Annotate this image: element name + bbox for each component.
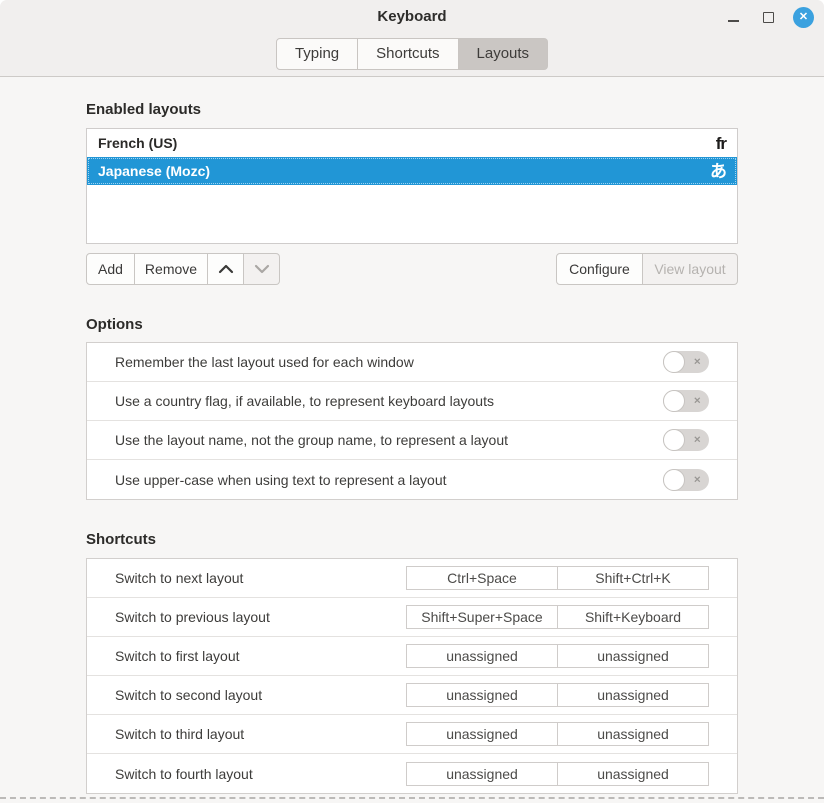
keybinding-group: unassigned unassigned bbox=[406, 722, 709, 746]
keybinding-button-1[interactable]: unassigned bbox=[406, 722, 558, 746]
layout-name: French (US) bbox=[98, 135, 716, 151]
keybinding-button-1[interactable]: unassigned bbox=[406, 762, 558, 786]
layout-badge-fr: fr bbox=[716, 135, 726, 152]
shortcut-label: Switch to next layout bbox=[115, 570, 406, 586]
toggle-off-icon: ✕ bbox=[693, 436, 701, 445]
enabled-layouts-list: French (US) fr Japanese (Mozc) あ bbox=[86, 128, 738, 244]
toggle-off-icon: ✕ bbox=[693, 475, 701, 484]
toggle-knob bbox=[663, 351, 685, 373]
minimize-icon bbox=[728, 20, 739, 22]
edit-buttons-group: Add Remove bbox=[86, 253, 280, 285]
keybinding-group: unassigned unassigned bbox=[406, 644, 709, 668]
toggle-layout-name[interactable]: ✕ bbox=[663, 429, 709, 451]
window-header: Keyboard ✕ Typing Shortcuts Layouts bbox=[0, 0, 824, 77]
toggle-knob bbox=[663, 429, 685, 451]
tab-layouts[interactable]: Layouts bbox=[459, 38, 549, 70]
window-title: Keyboard bbox=[0, 0, 824, 34]
maximize-icon bbox=[763, 12, 774, 23]
close-icon: ✕ bbox=[799, 12, 808, 23]
options-box: Remember the last layout used for each w… bbox=[86, 342, 738, 500]
shortcut-label: Switch to third layout bbox=[115, 726, 406, 742]
keybinding-button-2[interactable]: unassigned bbox=[558, 683, 709, 707]
option-label: Remember the last layout used for each w… bbox=[115, 354, 663, 370]
toggle-remember-layout[interactable]: ✕ bbox=[663, 351, 709, 373]
layout-badge-ja: あ bbox=[710, 163, 726, 180]
move-down-button[interactable] bbox=[244, 253, 280, 285]
keybinding-button-2[interactable]: Shift+Keyboard bbox=[558, 605, 709, 629]
toggle-off-icon: ✕ bbox=[693, 397, 701, 406]
enabled-layouts-heading: Enabled layouts bbox=[86, 102, 738, 118]
keybinding-button-1[interactable]: Shift+Super+Space bbox=[406, 605, 558, 629]
toggle-country-flag[interactable]: ✕ bbox=[663, 390, 709, 412]
shortcuts-box: Switch to next layout Ctrl+Space Shift+C… bbox=[86, 558, 738, 794]
option-row-remember-layout: Remember the last layout used for each w… bbox=[87, 343, 737, 382]
layout-list-item-japanese[interactable]: Japanese (Mozc) あ bbox=[87, 157, 737, 185]
toggle-upper-case[interactable]: ✕ bbox=[663, 469, 709, 491]
window-controls: ✕ bbox=[723, 0, 814, 34]
keybinding-button-1[interactable]: Ctrl+Space bbox=[406, 566, 558, 590]
minimize-button[interactable] bbox=[723, 7, 743, 27]
shortcut-label: Switch to second layout bbox=[115, 687, 406, 703]
keybinding-group: unassigned unassigned bbox=[406, 683, 709, 707]
view-layout-button[interactable]: View layout bbox=[643, 253, 738, 285]
shortcut-label: Switch to previous layout bbox=[115, 609, 406, 625]
shortcut-row-second-layout: Switch to second layout unassigned unass… bbox=[87, 676, 737, 715]
keybinding-button-2[interactable]: unassigned bbox=[558, 722, 709, 746]
shortcut-label: Switch to fourth layout bbox=[115, 766, 406, 782]
maximize-button[interactable] bbox=[758, 7, 778, 27]
option-row-upper-case: Use upper-case when using text to repres… bbox=[87, 460, 737, 499]
layout-tools-group: Configure View layout bbox=[556, 253, 738, 285]
keybinding-group: unassigned unassigned bbox=[406, 762, 709, 786]
add-layout-button[interactable]: Add bbox=[86, 253, 135, 285]
keybinding-button-1[interactable]: unassigned bbox=[406, 644, 558, 668]
option-label: Use a country flag, if available, to rep… bbox=[115, 393, 663, 409]
toggle-knob bbox=[663, 469, 685, 491]
options-heading: Options bbox=[86, 317, 738, 333]
chevron-up-icon bbox=[218, 264, 234, 274]
shortcuts-heading: Shortcuts bbox=[86, 532, 738, 548]
close-button[interactable]: ✕ bbox=[793, 7, 814, 28]
toggle-off-icon: ✕ bbox=[693, 358, 701, 367]
shortcut-row-previous-layout: Switch to previous layout Shift+Super+Sp… bbox=[87, 598, 737, 637]
layouts-page: Enabled layouts French (US) fr Japanese … bbox=[86, 102, 738, 794]
keybinding-group: Shift+Super+Space Shift+Keyboard bbox=[406, 605, 709, 629]
tab-typing[interactable]: Typing bbox=[276, 38, 358, 70]
shortcut-row-first-layout: Switch to first layout unassigned unassi… bbox=[87, 637, 737, 676]
keyboard-settings-window: Keyboard ✕ Typing Shortcuts Layouts Enab… bbox=[0, 0, 824, 803]
option-row-layout-name: Use the layout name, not the group name,… bbox=[87, 421, 737, 460]
shortcut-row-fourth-layout: Switch to fourth layout unassigned unass… bbox=[87, 754, 737, 793]
move-up-button[interactable] bbox=[208, 253, 244, 285]
shortcut-label: Switch to first layout bbox=[115, 648, 406, 664]
option-label: Use upper-case when using text to repres… bbox=[115, 472, 663, 488]
keybinding-group: Ctrl+Space Shift+Ctrl+K bbox=[406, 566, 709, 590]
keybinding-button-2[interactable]: unassigned bbox=[558, 644, 709, 668]
layout-name: Japanese (Mozc) bbox=[98, 163, 710, 179]
tab-shortcuts[interactable]: Shortcuts bbox=[358, 38, 458, 70]
keybinding-button-2[interactable]: unassigned bbox=[558, 762, 709, 786]
shortcut-row-next-layout: Switch to next layout Ctrl+Space Shift+C… bbox=[87, 559, 737, 598]
tab-switcher: Typing Shortcuts Layouts bbox=[0, 38, 824, 70]
remove-layout-button[interactable]: Remove bbox=[135, 253, 208, 285]
keybinding-button-1[interactable]: unassigned bbox=[406, 683, 558, 707]
layout-list-item-french[interactable]: French (US) fr bbox=[87, 129, 737, 157]
bottom-dashed-divider bbox=[0, 797, 824, 799]
titlebar[interactable]: Keyboard ✕ bbox=[0, 0, 824, 34]
shortcut-row-third-layout: Switch to third layout unassigned unassi… bbox=[87, 715, 737, 754]
layout-list-actions: Add Remove Configure View layout bbox=[86, 253, 738, 285]
option-row-country-flag: Use a country flag, if available, to rep… bbox=[87, 382, 737, 421]
option-label: Use the layout name, not the group name,… bbox=[115, 432, 663, 448]
configure-button[interactable]: Configure bbox=[556, 253, 643, 285]
keybinding-button-2[interactable]: Shift+Ctrl+K bbox=[558, 566, 709, 590]
chevron-down-icon bbox=[254, 264, 270, 274]
toggle-knob bbox=[663, 390, 685, 412]
